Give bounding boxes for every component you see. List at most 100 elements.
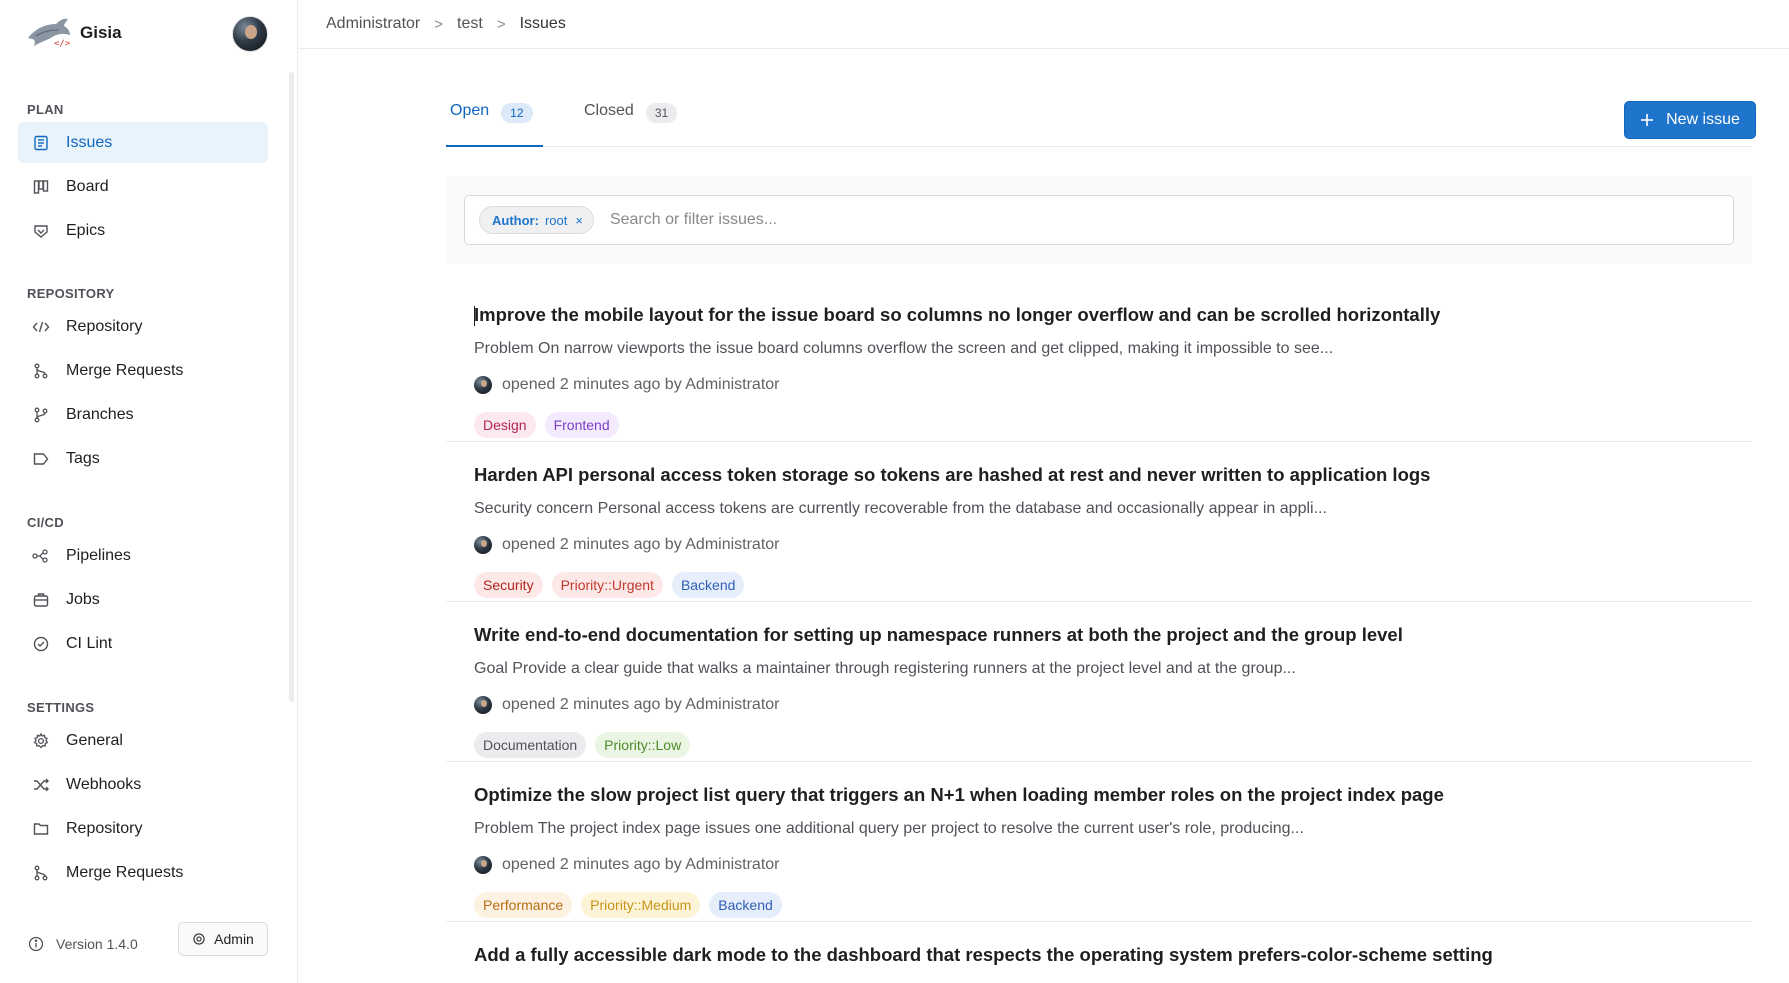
user-avatar[interactable] <box>232 16 268 52</box>
sidebar-item-general[interactable]: General <box>18 720 268 761</box>
sidebar-item-ci-lint[interactable]: CI Lint <box>18 623 268 664</box>
sidebar-item-webhooks[interactable]: Webhooks <box>18 764 268 805</box>
sidebar-item-label: Repository <box>66 819 143 837</box>
author-avatar[interactable] <box>474 696 492 714</box>
label-badge[interactable]: Performance <box>474 892 573 918</box>
sidebar-item-board[interactable]: Board <box>18 166 268 207</box>
search-input[interactable] <box>607 210 1512 230</box>
label-badge[interactable]: Frontend <box>544 412 619 438</box>
check-circle-icon <box>32 635 50 653</box>
issue-labels: Performance Priority::Medium Backend <box>474 892 791 918</box>
jobs-icon <box>32 591 50 609</box>
label-badge[interactable]: Security <box>474 572 543 598</box>
info-icon <box>28 936 44 952</box>
merge-request-icon <box>32 864 50 882</box>
sidebar-scrollbar[interactable] <box>289 72 294 702</box>
issue-state-tabs: Open 12 Closed 31 <box>446 92 1752 147</box>
app-name: Gisia <box>80 23 122 42</box>
section-title-settings: SETTINGS <box>27 700 95 715</box>
author-avatar[interactable] <box>474 536 492 554</box>
issue-meta: opened 2 minutes ago by Administrator <box>474 536 780 554</box>
issues-icon <box>32 134 50 152</box>
section-title-cicd: CI/CD <box>27 515 64 530</box>
sidebar-item-label: Merge Requests <box>66 863 184 881</box>
admin-button[interactable]: Admin <box>178 922 268 956</box>
issue-meta-text: opened 2 minutes ago by Administrator <box>502 536 780 553</box>
label-badge[interactable]: Priority::Low <box>595 732 691 758</box>
sidebar-nav: PLAN Issues Board Epics REPOSITORY Repos… <box>0 80 298 900</box>
issue-title[interactable]: Improve the mobile layout for the issue … <box>474 304 1440 326</box>
issue-description: Goal Provide a clear guide that walks a … <box>474 660 1296 677</box>
issue-title[interactable]: Harden API personal access token storage… <box>474 464 1430 486</box>
breadcrumb: Administrator > test > Issues <box>298 0 1789 49</box>
filter-token-author[interactable]: Author: root × <box>479 206 594 234</box>
webhook-icon <box>32 776 50 794</box>
sidebar-item-issues[interactable]: Issues <box>18 122 268 163</box>
brand[interactable]: </> Gisia <box>26 16 122 50</box>
sidebar-item-label: Merge Requests <box>66 361 184 379</box>
branch-icon <box>32 406 50 424</box>
sidebar-item-epics[interactable]: Epics <box>18 210 268 251</box>
issue-title[interactable]: Add a fully accessible dark mode to the … <box>474 944 1493 966</box>
version-text: Version 1.4.0 <box>56 936 138 952</box>
issue-meta: opened 2 minutes ago by Administrator <box>474 856 780 874</box>
pipeline-icon <box>32 547 50 565</box>
issue-description: Problem On narrow viewports the issue bo… <box>474 340 1334 357</box>
sidebar-item-settings-merge-requests[interactable]: Merge Requests <box>18 852 268 893</box>
issue-row[interactable]: Optimize the slow project list query tha… <box>446 762 1752 922</box>
new-issue-button[interactable]: New issue <box>1624 101 1756 139</box>
sidebar-item-tags[interactable]: Tags <box>18 438 268 479</box>
issue-meta-text: opened 2 minutes ago by Administrator <box>502 376 780 393</box>
new-issue-label: New issue <box>1666 111 1740 128</box>
close-icon[interactable]: × <box>575 213 583 228</box>
label-badge[interactable]: Priority::Urgent <box>551 572 663 598</box>
issue-row[interactable]: Add a fully accessible dark mode to the … <box>446 922 1752 983</box>
issue-labels: Design Frontend <box>474 412 628 438</box>
filtered-search[interactable]: Author: root × <box>464 195 1734 245</box>
breadcrumb-item[interactable]: test <box>457 15 483 33</box>
tab-closed[interactable]: Closed 31 <box>584 102 678 146</box>
filter-bar: Author: root × <box>446 176 1752 264</box>
gisia-logo-icon: </> <box>28 18 71 49</box>
board-icon <box>32 178 50 196</box>
label-badge[interactable]: Backend <box>709 892 782 918</box>
label-badge[interactable]: Design <box>474 412 536 438</box>
svg-text:</>: </> <box>54 39 71 49</box>
folder-icon <box>32 820 50 838</box>
admin-label: Admin <box>214 931 254 947</box>
author-avatar[interactable] <box>474 856 492 874</box>
label-badge[interactable]: Documentation <box>474 732 587 758</box>
author-avatar[interactable] <box>474 376 492 394</box>
breadcrumb-item-current[interactable]: Issues <box>520 15 566 33</box>
label-badge[interactable]: Backend <box>671 572 745 598</box>
epic-icon <box>32 222 50 240</box>
code-icon <box>32 318 50 336</box>
issue-title[interactable]: Write end-to-end documentation for setti… <box>474 624 1403 646</box>
sidebar-item-pipelines[interactable]: Pipelines <box>18 535 268 576</box>
tab-open[interactable]: Open 12 <box>450 102 533 146</box>
issue-row[interactable]: Improve the mobile layout for the issue … <box>446 282 1752 442</box>
sidebar-item-jobs[interactable]: Jobs <box>18 579 268 620</box>
issue-row[interactable]: Harden API personal access token storage… <box>446 442 1752 602</box>
label-badge[interactable]: Priority::Medium <box>581 892 701 918</box>
issue-labels: Documentation Priority::Low <box>474 732 699 758</box>
breadcrumb-item[interactable]: Administrator <box>326 15 420 33</box>
sidebar-item-label: General <box>66 731 123 749</box>
breadcrumb-separator: > <box>496 15 506 33</box>
sidebar-item-label: Repository <box>66 317 143 335</box>
sidebar-item-label: Tags <box>66 449 100 467</box>
issue-meta-text: opened 2 minutes ago by Administrator <box>502 856 780 873</box>
section-title-repository: REPOSITORY <box>27 286 115 301</box>
sidebar-item-settings-repository[interactable]: Repository <box>18 808 268 849</box>
sidebar-item-repository[interactable]: Repository <box>18 306 268 347</box>
gear-icon <box>32 732 50 750</box>
sidebar-item-label: Epics <box>66 221 106 239</box>
issue-row[interactable]: Write end-to-end documentation for setti… <box>446 602 1752 762</box>
sidebar-item-merge-requests[interactable]: Merge Requests <box>18 350 268 391</box>
issue-title[interactable]: Optimize the slow project list query tha… <box>474 784 1444 806</box>
sidebar-item-label: CI Lint <box>66 634 113 652</box>
sidebar-item-branches[interactable]: Branches <box>18 394 268 435</box>
gear-icon <box>193 933 205 945</box>
sidebar-item-label: Webhooks <box>66 775 142 793</box>
sidebar-item-label: Branches <box>66 405 134 423</box>
